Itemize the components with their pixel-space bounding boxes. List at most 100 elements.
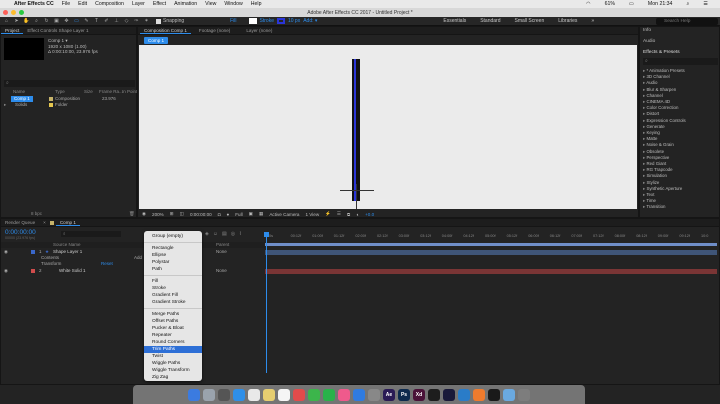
stamp-tool-icon[interactable]: ⊥ — [113, 18, 120, 24]
effects-search-input[interactable]: ⌕ — [643, 58, 718, 65]
fill-label[interactable]: Fill — [230, 18, 236, 24]
roto-brush-icon[interactable]: ✑ — [133, 18, 140, 24]
project-item-solids[interactable]: ▸ Solids Folder — [1, 102, 136, 108]
stroke-label[interactable]: Stroke — [260, 18, 274, 24]
notes-icon[interactable] — [263, 388, 275, 401]
label-swatch[interactable] — [31, 269, 35, 273]
tab-footage[interactable]: Footage (none) — [195, 28, 234, 33]
label-swatch[interactable] — [31, 250, 35, 254]
views-select[interactable]: 1 View — [305, 212, 319, 217]
effect-category[interactable]: Transition — [643, 204, 665, 210]
menu-item-repeater[interactable]: Repeater — [144, 332, 202, 339]
powerpoint-icon[interactable] — [473, 388, 485, 401]
effect-category[interactable]: Audio — [643, 80, 657, 86]
trash-icon[interactable]: 🗑 — [129, 211, 135, 217]
tab-layer[interactable]: Layer (none) — [242, 28, 276, 33]
reset-exposure-icon[interactable]: ◐ — [356, 212, 359, 217]
comp-canvas[interactable] — [139, 45, 637, 209]
puppet-tool-icon[interactable]: ✶ — [143, 18, 150, 24]
clock[interactable]: Mon 21:34 — [648, 1, 673, 7]
project-search-input[interactable]: ⌕ — [4, 80, 135, 87]
layer-bar-shape[interactable] — [265, 250, 717, 255]
menu-view[interactable]: View — [205, 1, 216, 7]
menu-item-wiggle-transform[interactable]: Wiggle Transform — [144, 367, 202, 374]
stroke-width[interactable]: 10 px — [288, 18, 300, 24]
menu-effect[interactable]: Effect — [153, 1, 166, 7]
effect-category[interactable]: Synthetic Aperture — [643, 186, 682, 192]
menu-composition[interactable]: Composition — [95, 1, 124, 7]
facetime-icon[interactable] — [323, 388, 335, 401]
messages-icon[interactable] — [308, 388, 320, 401]
tab-render-queue[interactable]: Render Queue — [1, 220, 39, 225]
snapping-toggle[interactable]: Snapping — [156, 18, 184, 24]
transparency-icon[interactable]: ▦ — [259, 211, 263, 217]
effect-category[interactable]: Noise & Grain — [643, 142, 673, 148]
effect-category[interactable]: 3D Channel — [643, 74, 669, 80]
menu-item-pucker-bloat[interactable]: Pucker & Bloat — [144, 325, 202, 332]
info-panel-title[interactable]: Info — [643, 28, 651, 33]
menu-item-twist[interactable]: Twist — [144, 353, 202, 360]
safari-icon[interactable] — [233, 388, 245, 401]
flowchart-icon[interactable]: ⧉ — [347, 212, 350, 217]
menu-item-fill[interactable]: Fill — [144, 278, 202, 285]
workspace-essentials[interactable]: Essentials — [443, 18, 466, 24]
menu-item-group-empty[interactable]: Group (empty) — [144, 233, 202, 240]
snapshot-icon[interactable]: ◘ — [218, 212, 221, 217]
motion-blur-icon[interactable]: ◎ — [231, 231, 235, 237]
menu-item-gradient-fill[interactable]: Gradient Fill — [144, 292, 202, 299]
tab-composition[interactable]: Composition Comp 1 — [140, 28, 191, 34]
eraser-tool-icon[interactable]: ◇ — [123, 18, 130, 24]
draft-3d-icon[interactable]: ◈ — [205, 231, 209, 237]
workspace-small-screen[interactable]: Small Screen — [515, 18, 545, 24]
effect-category[interactable]: Distort — [643, 111, 659, 117]
always-preview-icon[interactable]: ◉ — [142, 211, 146, 217]
layer-name[interactable]: White Solid 1 — [59, 268, 86, 274]
timeline-search-input[interactable]: ⌕ — [61, 231, 121, 237]
work-area-bar[interactable] — [265, 243, 717, 246]
after-effects-icon[interactable]: Ae — [383, 388, 395, 401]
add-shape-label[interactable]: Add: ▾ — [303, 18, 317, 24]
label-swatch[interactable] — [49, 97, 53, 101]
col-in-point[interactable]: In Point — [122, 89, 137, 95]
terminal-icon[interactable] — [488, 388, 500, 401]
camera-select[interactable]: Active Camera — [269, 212, 299, 217]
effect-category[interactable]: * Animation Presets — [643, 68, 684, 74]
chrome-icon[interactable] — [248, 388, 260, 401]
menu-window[interactable]: Window — [224, 1, 242, 7]
effect-category[interactable]: Obsolete — [643, 149, 664, 155]
notification-icon[interactable]: ☰ — [703, 1, 708, 7]
menu-item-gradient-stroke[interactable]: Gradient Stroke — [144, 299, 202, 306]
playhead[interactable] — [266, 233, 267, 373]
col-parent[interactable]: Parent — [216, 242, 229, 248]
menu-item-zig-zag[interactable]: Zig Zag — [144, 374, 202, 381]
menu-layer[interactable]: Layer — [132, 1, 145, 7]
effect-category[interactable]: Matte — [643, 136, 657, 142]
col-size[interactable]: Size — [84, 89, 93, 95]
trash-icon[interactable] — [518, 388, 530, 401]
pan-behind-icon[interactable]: ✥ — [63, 18, 70, 24]
fast-preview-icon[interactable]: ⚡ — [325, 211, 331, 217]
timeline-timecode[interactable]: 0:00:00:00 — [5, 229, 36, 236]
rectangle-tool-icon[interactable]: ▭ — [73, 18, 80, 24]
menu-item-round-corners[interactable]: Round Corners — [144, 339, 202, 346]
tab-comp-1[interactable]: Comp 1 — [55, 220, 80, 226]
effect-category[interactable]: Stylize — [643, 180, 659, 186]
folder-icon[interactable] — [503, 388, 515, 401]
fill-swatch[interactable] — [248, 18, 257, 24]
menu-file[interactable]: File — [62, 1, 70, 7]
item-name[interactable]: Solids — [15, 102, 27, 108]
effect-category[interactable]: Generate — [643, 124, 664, 130]
menu-item-ellipse[interactable]: Ellipse — [144, 252, 202, 259]
timeline-icon[interactable]: ☰ — [337, 211, 341, 217]
dreamweaver-icon[interactable] — [428, 388, 440, 401]
playhead-handle[interactable] — [264, 232, 269, 237]
parent-select-1[interactable]: None — [216, 249, 264, 255]
effect-category[interactable]: Perspective — [643, 155, 669, 161]
workspace-standard[interactable]: Standard — [480, 18, 500, 24]
hand-tool-icon[interactable]: ✋ — [23, 18, 30, 24]
search-help-input[interactable]: Search Help — [656, 18, 718, 25]
shape-layer-rectangle[interactable] — [352, 59, 360, 201]
workspace-more-icon[interactable]: » — [591, 18, 594, 24]
finder-icon[interactable] — [188, 388, 200, 401]
frame-blend-icon[interactable]: ▤ — [222, 231, 227, 237]
